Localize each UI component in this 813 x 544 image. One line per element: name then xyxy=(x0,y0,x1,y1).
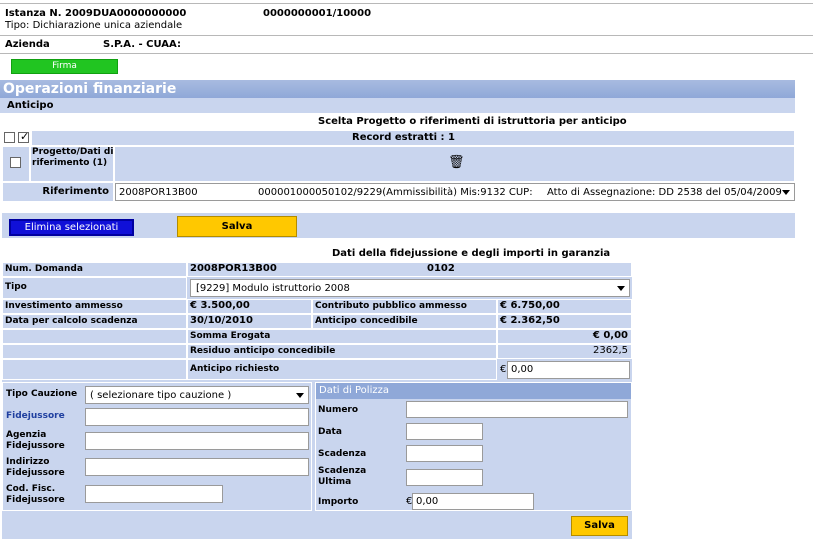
importo-label: Importo xyxy=(318,497,359,507)
numero-label: Numero xyxy=(318,405,359,415)
investimento-label-cell: Investimento ammesso xyxy=(2,299,187,314)
chevron-down-icon xyxy=(296,393,304,398)
salva-button-top[interactable]: Salva xyxy=(177,216,297,237)
azienda-value: S.P.A. - CUAA: xyxy=(103,39,181,50)
anticipo-concedibile-value-cell: € 2.362,50 xyxy=(497,314,632,329)
riferimento-label: Riferimento xyxy=(42,186,109,197)
anticipo-rich-empty-cell xyxy=(2,359,187,380)
riferimento-atto: Atto di Assegnazione: DD 2538 del 05/04/… xyxy=(547,187,782,198)
instance-header: Istanza N. 2009DUA0000000000 0000000001/… xyxy=(0,3,813,36)
progetto-header: Progetto/Dati di riferimento (1) xyxy=(32,147,114,168)
data-label: Data xyxy=(318,427,342,437)
contributo-value-cell: € 6.750,00 xyxy=(497,299,632,314)
num-domanda-label: Num. Domanda xyxy=(5,264,83,274)
investimento-value: € 3.500,00 xyxy=(190,300,250,311)
num-domanda-value-cell: 2008POR13B00 0102 xyxy=(187,262,632,277)
salva-button-bottom[interactable]: Salva xyxy=(571,516,628,536)
row-checkbox[interactable] xyxy=(10,157,21,168)
somma-value-cell: € 0,00 xyxy=(497,329,632,344)
polizza-title: Dati di Polizza xyxy=(316,383,631,399)
anticipo-concedibile-value: € 2.362,50 xyxy=(500,315,560,326)
riferimento-code: 2008POR13B00 xyxy=(119,187,198,198)
data-scadenza-label-cell: Data per calcolo scadenza xyxy=(2,314,187,329)
scadenza-label: Scadenza xyxy=(318,449,367,459)
anticipo-richiesto-label: Anticipo richiesto xyxy=(190,364,280,374)
residuo-empty-cell xyxy=(2,344,187,359)
istanza-label: Istanza N. 2009DUA0000000000 xyxy=(5,8,187,19)
contributo-value: € 6.750,00 xyxy=(500,300,560,311)
data-input[interactable] xyxy=(406,423,483,440)
contributo-label: Contributo pubblico ammesso xyxy=(315,301,467,311)
elimina-selezionati-button[interactable]: Elimina selezionati xyxy=(9,219,134,236)
riferimento-select[interactable]: 2008POR13B00 000001000050102/9229(Ammiss… xyxy=(115,183,795,201)
progetto-header-cell: Progetto/Dati di riferimento (1) xyxy=(30,146,114,182)
tipo-select[interactable]: [9229] Modulo istruttorio 2008 xyxy=(190,279,630,297)
investimento-value-cell: € 3.500,00 xyxy=(187,299,312,314)
anticipo-richiesto-currency: € xyxy=(500,364,507,375)
firma-button[interactable]: Firma xyxy=(11,59,118,74)
somma-empty-cell xyxy=(2,329,187,344)
fideiussione-title: Dati della fidejussione e degli importi … xyxy=(332,248,611,259)
row-checkbox-cell xyxy=(2,146,30,182)
section-title: Operazioni finanziarie xyxy=(0,80,795,98)
scelta-title: Scelta Progetto o riferimenti di istrutt… xyxy=(318,116,627,127)
residuo-label-cell: Residuo anticipo concedibile xyxy=(187,344,497,359)
anticipo-rich-label-cell: Anticipo richiesto xyxy=(187,359,497,380)
data-scadenza-value-cell: 30/10/2010 xyxy=(187,314,312,329)
num-domanda-value: 2008POR13B00 xyxy=(190,263,277,274)
data-scadenza-label: Data per calcolo scadenza xyxy=(5,316,138,326)
fidejussore-label: Fidejussore xyxy=(6,411,65,421)
somma-value: € 0,00 xyxy=(592,330,628,341)
record-count-row: Record estratti : 1 xyxy=(31,130,795,146)
indirizzo-label: Indirizzo Fidejussore xyxy=(6,457,65,478)
agenzia-input[interactable] xyxy=(85,432,309,450)
numero-input[interactable] xyxy=(406,401,628,418)
tipo-dichiarazione: Tipo: Dichiarazione unica aziendale xyxy=(5,20,183,31)
num-domanda-label-cell: Num. Domanda xyxy=(2,262,187,277)
somma-label-cell: Somma Erogata xyxy=(187,329,497,344)
tipo-cauzione-value: ( selezionare tipo cauzione ) xyxy=(90,390,232,401)
somma-label: Somma Erogata xyxy=(190,331,271,341)
anticipo-concedibile-label: Anticipo concedibile xyxy=(315,316,418,326)
select-none-checkbox[interactable] xyxy=(4,132,15,143)
chevron-down-icon xyxy=(617,286,625,291)
delete-header-cell: 🗑 xyxy=(114,146,795,182)
codfisc-input[interactable] xyxy=(85,485,223,503)
check-icon: ✓ xyxy=(20,130,30,143)
chevron-down-icon xyxy=(782,190,790,195)
residuo-value: 2362,5 xyxy=(593,345,628,356)
anticipo-concedibile-label-cell: Anticipo concedibile xyxy=(312,314,497,329)
select-all-checkbox[interactable]: ✓ xyxy=(18,130,30,143)
anticipo-richiesto-input[interactable]: 0,00 xyxy=(507,361,630,379)
data-scadenza-value: 30/10/2010 xyxy=(190,315,253,326)
investimento-label: Investimento ammesso xyxy=(5,301,123,311)
agenzia-label: Agenzia Fidejussore xyxy=(6,430,65,451)
fidejussore-input[interactable] xyxy=(85,408,309,426)
scadenza-ultima-input[interactable] xyxy=(406,469,483,486)
tipo-label: Tipo xyxy=(5,282,27,292)
importo-input[interactable]: 0,00 xyxy=(412,493,534,510)
scadenza-input[interactable] xyxy=(406,445,483,462)
riferimento-label-cell: Riferimento xyxy=(2,182,114,202)
azienda-label: Azienda xyxy=(5,39,50,50)
contributo-label-cell: Contributo pubblico ammesso xyxy=(312,299,497,314)
tipo-value: [9229] Modulo istruttorio 2008 xyxy=(196,283,350,294)
residuo-value-cell: 2362,5 xyxy=(497,344,632,359)
scadenza-ultima-label: Scadenza Ultima xyxy=(318,466,367,487)
num-domanda-extra: 0102 xyxy=(427,263,455,274)
tipo-cauzione-label: Tipo Cauzione xyxy=(6,389,78,399)
subsection-title: Anticipo xyxy=(0,98,795,113)
trash-icon[interactable]: 🗑 xyxy=(448,155,465,170)
residuo-label: Residuo anticipo concedibile xyxy=(190,346,336,356)
record-count: Record estratti : 1 xyxy=(352,132,455,143)
tipo-cauzione-select[interactable]: ( selezionare tipo cauzione ) xyxy=(85,386,309,404)
indirizzo-input[interactable] xyxy=(85,458,309,476)
istanza-number: 0000000001/10000 xyxy=(263,8,372,19)
azienda-row: Azienda S.P.A. - CUAA: xyxy=(0,36,813,54)
riferimento-detail: 000001000050102/9229(Ammissibilità) Mis:… xyxy=(258,187,533,198)
codfisc-label: Cod. Fisc. Fidejussore xyxy=(6,484,65,505)
tipo-label-cell: Tipo xyxy=(2,277,187,299)
